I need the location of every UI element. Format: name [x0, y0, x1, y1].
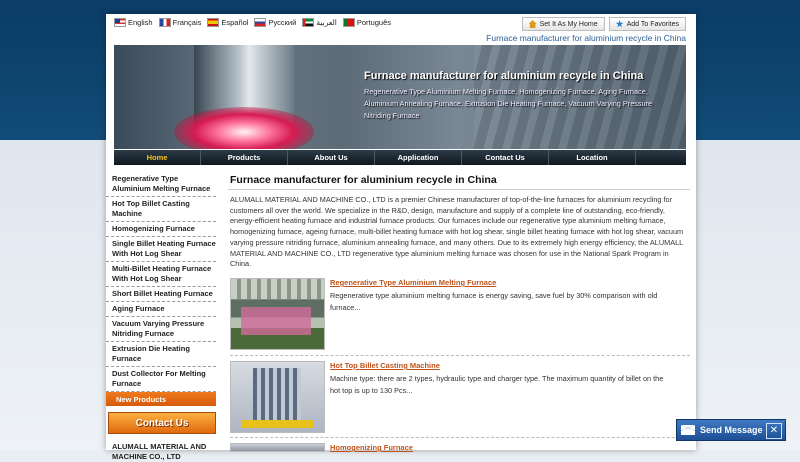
lang-french[interactable]: Français [158, 18, 201, 27]
portugal-flag-icon [342, 18, 355, 27]
france-flag-icon [158, 18, 171, 27]
lang-arabic[interactable]: العربية [302, 18, 337, 27]
product-description: Regenerative type aluminium melting furn… [330, 291, 658, 312]
header-tagline: Furnace manufacturer for aluminium recyc… [486, 33, 686, 43]
home-icon [528, 20, 537, 28]
product-sidebar: Regenerative Type Aluminium Melting Furn… [106, 172, 216, 462]
intro-text: ALUMALL MATERIAL AND MACHINE CO., LTD is… [230, 195, 684, 269]
add-favorites-button[interactable]: Add To Favorites [608, 17, 686, 31]
sidebar-item-single-billet[interactable]: Single Billet Heating Furnace With Hot L… [106, 237, 216, 262]
nav-home[interactable]: Home [114, 150, 201, 165]
page-title: Furnace manufacturer for aluminium recyc… [230, 174, 497, 186]
new-products-heading[interactable]: New Products [106, 392, 216, 406]
russia-flag-icon [254, 18, 267, 27]
sidebar-item-aging[interactable]: Aging Furnace [106, 302, 216, 317]
sidebar-item-short-billet[interactable]: Short Billet Heating Furnace [106, 287, 216, 302]
uae-flag-icon [302, 18, 315, 27]
banner-title: Furnace manufacturer for aluminium recyc… [364, 70, 644, 82]
banner-subtitle: Regenerative Type Aluminium Melting Furn… [364, 87, 653, 121]
nav-application[interactable]: Application [375, 150, 462, 165]
language-bar: English Français Español Русский العربية… [106, 14, 696, 32]
sidebar-item-regenerative-melting[interactable]: Regenerative Type Aluminium Melting Furn… [106, 172, 216, 197]
lang-portuguese[interactable]: Português [342, 18, 391, 27]
sidebar-item-multi-billet[interactable]: Multi-Billet Heating Furnace With Hot Lo… [106, 262, 216, 287]
company-name: ALUMALL MATERIAL AND MACHINE CO., LTD [112, 442, 207, 461]
lang-english[interactable]: English [114, 18, 153, 27]
main-nav: Home Products About Us Application Conta… [114, 150, 686, 165]
sidebar-item-hot-top-casting[interactable]: Hot Top Billet Casting Machine [106, 197, 216, 222]
close-icon[interactable]: ✕ [766, 423, 782, 439]
nav-contact-us[interactable]: Contact Us [462, 150, 549, 165]
product-divider [230, 437, 690, 438]
product-divider [230, 355, 690, 356]
product-image-casting-machine[interactable] [230, 361, 325, 433]
nav-about-us[interactable]: About Us [288, 150, 375, 165]
sidebar-item-extrusion-die[interactable]: Extrusion Die Heating Furnace [106, 342, 216, 367]
contact-us-button[interactable]: Contact Us [108, 412, 216, 434]
product-link-casting-machine[interactable]: Hot Top Billet Casting Machine [330, 361, 440, 370]
product-description: Machine type: there are 2 types, hydraul… [330, 374, 664, 395]
furnace-glow [174, 107, 314, 149]
sidebar-item-vacuum-nitriding[interactable]: Vacuum Varying Pressure Nitriding Furnac… [106, 317, 216, 342]
hero-banner: Furnace manufacturer for aluminium recyc… [114, 45, 686, 149]
star-icon [615, 20, 624, 28]
product-image-melting-furnace[interactable] [230, 278, 325, 350]
sidebar-item-homogenizing[interactable]: Homogenizing Furnace [106, 222, 216, 237]
sidebar-item-dust-collector[interactable]: Dust Collector For Melting Furnace [106, 367, 216, 392]
envelope-icon [681, 425, 695, 435]
lang-russian[interactable]: Русский [254, 18, 296, 27]
product-link-melting-furnace[interactable]: Regenerative Type Aluminium Melting Furn… [330, 278, 496, 287]
product-image-homogenizing[interactable] [230, 443, 325, 452]
nav-products[interactable]: Products [201, 150, 288, 165]
title-divider [228, 189, 690, 190]
lang-spanish[interactable]: Español [207, 18, 248, 27]
product-link-homogenizing[interactable]: Homogenizing Furnace [330, 443, 413, 452]
send-message-widget[interactable]: Send Message ✕ [676, 419, 786, 441]
set-home-button[interactable]: Set It As My Home [521, 17, 605, 31]
uk-flag-icon [114, 18, 126, 27]
spain-flag-icon [207, 18, 220, 27]
main-content: Furnace manufacturer for aluminium recyc… [222, 172, 694, 452]
nav-location[interactable]: Location [549, 150, 636, 165]
send-message-label: Send Message [700, 425, 763, 435]
